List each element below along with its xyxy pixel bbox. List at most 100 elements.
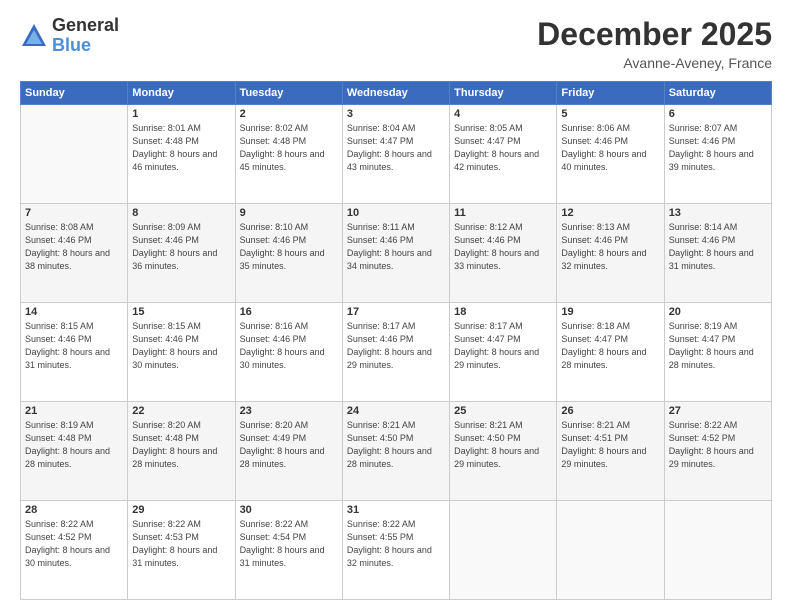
header: General Blue December 2025 Avanne-Aveney…	[20, 16, 772, 71]
calendar-cell: 10 Sunrise: 8:11 AMSunset: 4:46 PMDayligh…	[342, 204, 449, 303]
calendar-header-row: SundayMondayTuesdayWednesdayThursdayFrid…	[21, 82, 772, 105]
day-info: Sunrise: 8:12 AMSunset: 4:46 PMDaylight:…	[454, 221, 552, 273]
day-info: Sunrise: 8:06 AMSunset: 4:46 PMDaylight:…	[561, 122, 659, 174]
day-info: Sunrise: 8:11 AMSunset: 4:46 PMDaylight:…	[347, 221, 445, 273]
weekday-header-wednesday: Wednesday	[342, 82, 449, 105]
day-info: Sunrise: 8:13 AMSunset: 4:46 PMDaylight:…	[561, 221, 659, 273]
calendar-cell: 14 Sunrise: 8:15 AMSunset: 4:46 PMDayligh…	[21, 303, 128, 402]
day-info: Sunrise: 8:22 AMSunset: 4:52 PMDaylight:…	[25, 518, 123, 570]
calendar-cell	[664, 501, 771, 600]
calendar-cell: 25 Sunrise: 8:21 AMSunset: 4:50 PMDayligh…	[450, 402, 557, 501]
day-number: 31	[347, 504, 445, 516]
calendar-cell: 4 Sunrise: 8:05 AMSunset: 4:47 PMDaylight…	[450, 105, 557, 204]
calendar-cell: 6 Sunrise: 8:07 AMSunset: 4:46 PMDaylight…	[664, 105, 771, 204]
day-info: Sunrise: 8:22 AMSunset: 4:55 PMDaylight:…	[347, 518, 445, 570]
calendar-cell: 7Sunrise: 8:08 AMSunset: 4:46 PMDaylight…	[21, 204, 128, 303]
day-number: 6	[669, 108, 767, 120]
day-number: 10	[347, 207, 445, 219]
day-info: Sunrise: 8:09 AMSunset: 4:46 PMDaylight:…	[132, 221, 230, 273]
weekday-header-tuesday: Tuesday	[235, 82, 342, 105]
day-number: 7	[25, 207, 123, 219]
day-number: 3	[347, 108, 445, 120]
day-info: Sunrise: 8:21 AMSunset: 4:50 PMDaylight:…	[347, 419, 445, 471]
calendar-cell: 24 Sunrise: 8:21 AMSunset: 4:50 PMDayligh…	[342, 402, 449, 501]
day-info: Sunrise: 8:10 AMSunset: 4:46 PMDaylight:…	[240, 221, 338, 273]
logo: General Blue	[20, 16, 119, 56]
day-number: 25	[454, 405, 552, 417]
weekday-header-friday: Friday	[557, 82, 664, 105]
day-number: 4	[454, 108, 552, 120]
day-number: 18	[454, 306, 552, 318]
calendar-cell	[450, 501, 557, 600]
day-number: 26	[561, 405, 659, 417]
calendar-table: SundayMondayTuesdayWednesdayThursdayFrid…	[20, 81, 772, 600]
day-info: Sunrise: 8:19 AMSunset: 4:48 PMDaylight:…	[25, 419, 123, 471]
logo-text: General Blue	[52, 16, 119, 56]
calendar-cell: 8 Sunrise: 8:09 AMSunset: 4:46 PMDaylight…	[128, 204, 235, 303]
page: General Blue December 2025 Avanne-Aveney…	[0, 0, 792, 612]
logo-general: General	[52, 16, 119, 36]
calendar-cell: 19Sunrise: 8:18 AMSunset: 4:47 PMDayligh…	[557, 303, 664, 402]
calendar-cell: 17Sunrise: 8:17 AMSunset: 4:46 PMDayligh…	[342, 303, 449, 402]
weekday-header-sunday: Sunday	[21, 82, 128, 105]
day-number: 22	[132, 405, 230, 417]
calendar-cell: 26 Sunrise: 8:21 AMSunset: 4:51 PMDayligh…	[557, 402, 664, 501]
day-number: 5	[561, 108, 659, 120]
day-number: 23	[240, 405, 338, 417]
day-number: 21	[25, 405, 123, 417]
calendar-cell: 20 Sunrise: 8:19 AMSunset: 4:47 PMDayligh…	[664, 303, 771, 402]
calendar-cell: 13Sunrise: 8:14 AMSunset: 4:46 PMDayligh…	[664, 204, 771, 303]
day-number: 9	[240, 207, 338, 219]
calendar-cell: 12Sunrise: 8:13 AMSunset: 4:46 PMDayligh…	[557, 204, 664, 303]
calendar-cell: 11 Sunrise: 8:12 AMSunset: 4:46 PMDayligh…	[450, 204, 557, 303]
day-number: 30	[240, 504, 338, 516]
calendar-cell: 30Sunrise: 8:22 AMSunset: 4:54 PMDayligh…	[235, 501, 342, 600]
logo-icon	[20, 22, 48, 50]
day-info: Sunrise: 8:22 AMSunset: 4:53 PMDaylight:…	[132, 518, 230, 570]
calendar-cell: 15Sunrise: 8:15 AMSunset: 4:46 PMDayligh…	[128, 303, 235, 402]
title-block: December 2025 Avanne-Aveney, France	[537, 16, 772, 71]
day-info: Sunrise: 8:20 AMSunset: 4:49 PMDaylight:…	[240, 419, 338, 471]
day-number: 20	[669, 306, 767, 318]
weekday-header-thursday: Thursday	[450, 82, 557, 105]
day-info: Sunrise: 8:17 AMSunset: 4:47 PMDaylight:…	[454, 320, 552, 372]
calendar-week-row: 21 Sunrise: 8:19 AMSunset: 4:48 PMDayligh…	[21, 402, 772, 501]
day-number: 8	[132, 207, 230, 219]
day-number: 11	[454, 207, 552, 219]
day-info: Sunrise: 8:21 AMSunset: 4:51 PMDaylight:…	[561, 419, 659, 471]
calendar-cell	[557, 501, 664, 600]
day-info: Sunrise: 8:15 AMSunset: 4:46 PMDaylight:…	[25, 320, 123, 372]
day-number: 1	[132, 108, 230, 120]
weekday-header-monday: Monday	[128, 82, 235, 105]
day-number: 17	[347, 306, 445, 318]
day-number: 27	[669, 405, 767, 417]
calendar-cell	[21, 105, 128, 204]
calendar-cell: 1 Sunrise: 8:01 AMSunset: 4:48 PMDaylight…	[128, 105, 235, 204]
calendar-cell: 22 Sunrise: 8:20 AMSunset: 4:48 PMDayligh…	[128, 402, 235, 501]
calendar-cell: 2Sunrise: 8:02 AMSunset: 4:48 PMDaylight…	[235, 105, 342, 204]
logo-blue: Blue	[52, 36, 119, 56]
day-number: 14	[25, 306, 123, 318]
day-number: 15	[132, 306, 230, 318]
day-info: Sunrise: 8:18 AMSunset: 4:47 PMDaylight:…	[561, 320, 659, 372]
day-number: 2	[240, 108, 338, 120]
day-info: Sunrise: 8:14 AMSunset: 4:46 PMDaylight:…	[669, 221, 767, 273]
day-info: Sunrise: 8:20 AMSunset: 4:48 PMDaylight:…	[132, 419, 230, 471]
month-title: December 2025	[537, 16, 772, 53]
calendar-cell: 16Sunrise: 8:16 AMSunset: 4:46 PMDayligh…	[235, 303, 342, 402]
calendar-cell: 31 Sunrise: 8:22 AMSunset: 4:55 PMDayligh…	[342, 501, 449, 600]
day-info: Sunrise: 8:01 AMSunset: 4:48 PMDaylight:…	[132, 122, 230, 174]
day-number: 24	[347, 405, 445, 417]
calendar-week-row: 28 Sunrise: 8:22 AMSunset: 4:52 PMDayligh…	[21, 501, 772, 600]
day-number: 28	[25, 504, 123, 516]
day-number: 16	[240, 306, 338, 318]
day-info: Sunrise: 8:21 AMSunset: 4:50 PMDaylight:…	[454, 419, 552, 471]
day-info: Sunrise: 8:07 AMSunset: 4:46 PMDaylight:…	[669, 122, 767, 174]
day-info: Sunrise: 8:19 AMSunset: 4:47 PMDaylight:…	[669, 320, 767, 372]
calendar-cell: 21 Sunrise: 8:19 AMSunset: 4:48 PMDayligh…	[21, 402, 128, 501]
day-info: Sunrise: 8:04 AMSunset: 4:47 PMDaylight:…	[347, 122, 445, 174]
calendar-week-row: 14 Sunrise: 8:15 AMSunset: 4:46 PMDayligh…	[21, 303, 772, 402]
calendar-cell: 3 Sunrise: 8:04 AMSunset: 4:47 PMDaylight…	[342, 105, 449, 204]
weekday-header-saturday: Saturday	[664, 82, 771, 105]
day-info: Sunrise: 8:05 AMSunset: 4:47 PMDaylight:…	[454, 122, 552, 174]
